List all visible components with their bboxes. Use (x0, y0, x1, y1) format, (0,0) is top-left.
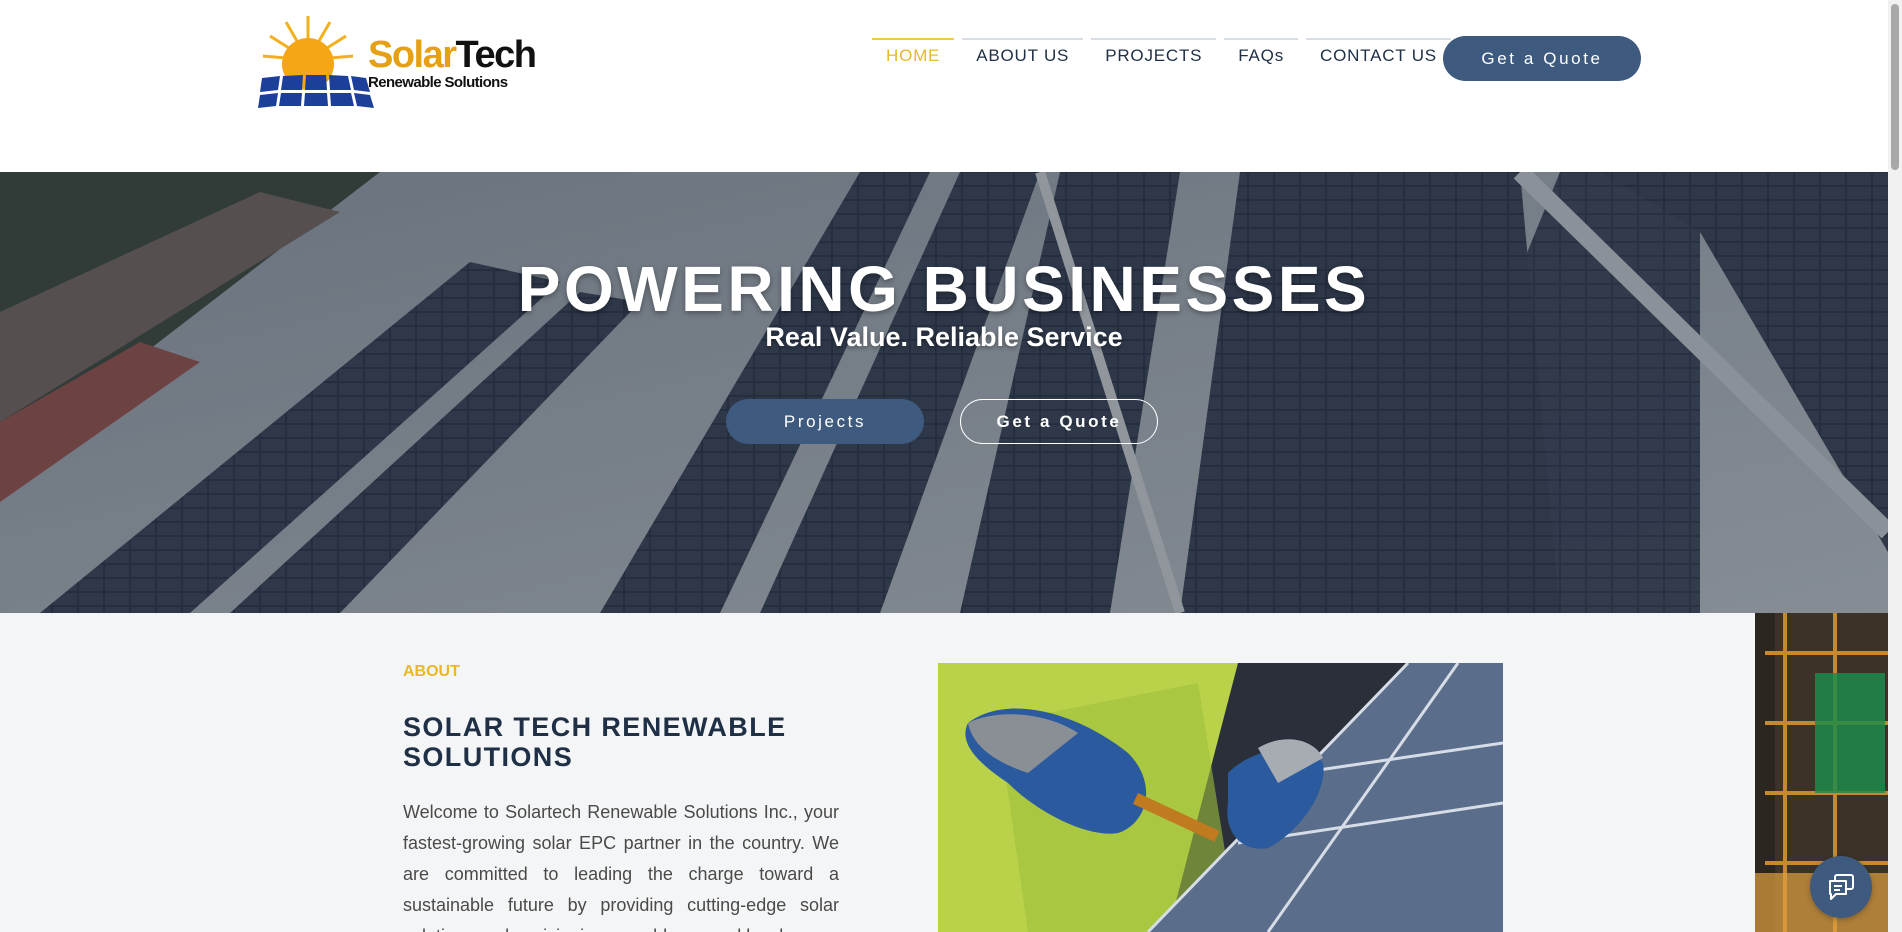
hero-background-image (0, 172, 1888, 613)
about-eyebrow: ABOUT (403, 663, 460, 680)
logo-word-tech: Tech (455, 34, 537, 76)
nav-item-home[interactable]: HOME (872, 38, 955, 78)
get-a-quote-button[interactable]: Get a Quote (1443, 36, 1641, 81)
technician-photo (938, 663, 1503, 932)
chat-button[interactable] (1810, 856, 1872, 918)
projects-button[interactable]: Projects (726, 399, 924, 444)
hero-title: POWERING BUSINESSES (517, 253, 1371, 325)
page-scrollbar[interactable] (1888, 0, 1902, 932)
site-logo[interactable]: SolarTech Renewable Solutions (258, 12, 537, 108)
hero-subtitle: Real Value. Reliable Service (765, 322, 1123, 352)
nav-item-projects[interactable]: PROJECTS (1091, 38, 1217, 78)
logo-tagline: Renewable Solutions (368, 74, 508, 91)
site-header: SolarTech Renewable Solutions HOME ABOUT… (0, 0, 1888, 172)
about-title: SOLAR TECH RENEWABLE SOLUTIONS (403, 712, 787, 772)
about-body-text: Welcome to Solartech Renewable Solutions… (403, 802, 839, 932)
nav-item-about-us[interactable]: ABOUT US (962, 38, 1084, 78)
chat-icon (1829, 874, 1854, 900)
scrollbar-thumb[interactable] (1891, 4, 1899, 170)
main-nav: HOME ABOUT US PROJECTS FAQs CONTACT US (872, 38, 1451, 78)
hero-get-a-quote-button[interactable]: Get a Quote (960, 399, 1158, 444)
logo-word-solar: Solar (368, 34, 457, 76)
hero-banner: POWERING BUSINESSES Real Value. Reliable… (0, 172, 1888, 613)
nav-item-contact-us[interactable]: CONTACT US (1306, 38, 1451, 78)
nav-item-faqs[interactable]: FAQs (1224, 38, 1298, 78)
